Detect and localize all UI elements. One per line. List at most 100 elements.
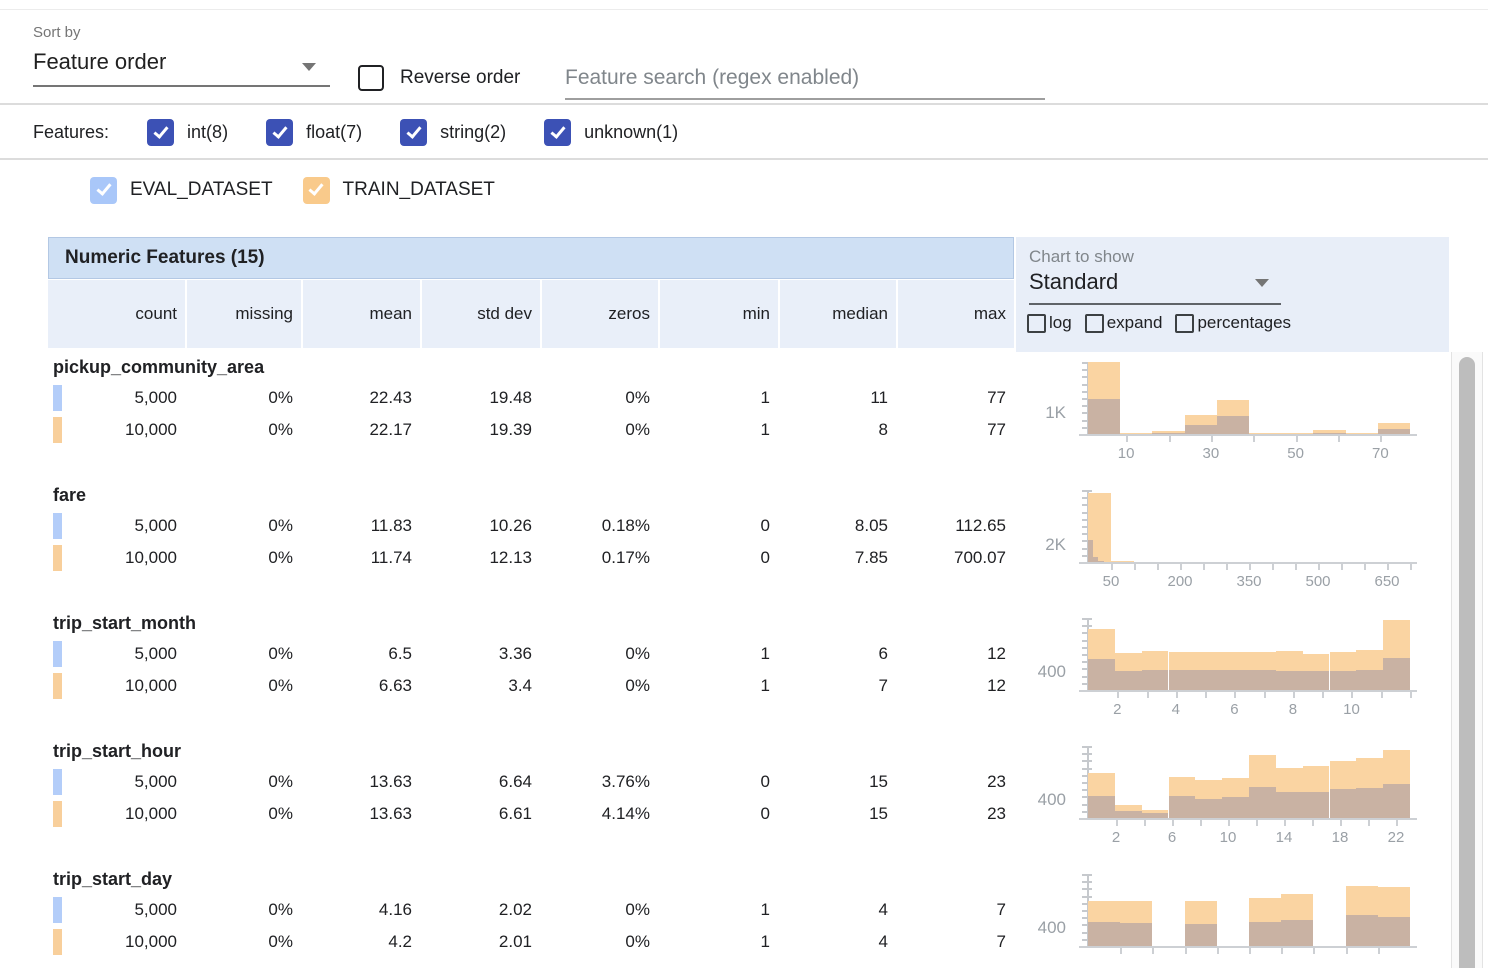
stat-value: 0% xyxy=(185,926,301,958)
reverse-order-checkbox[interactable] xyxy=(358,65,384,91)
x-axis-tick xyxy=(1117,692,1119,698)
x-axis-tick xyxy=(1120,948,1122,954)
x-axis-tick xyxy=(1205,692,1207,698)
stat-value: 12.13 xyxy=(420,542,540,574)
x-axis-tick-label: 8 xyxy=(1271,701,1315,718)
histogram-bar xyxy=(1088,922,1120,946)
filter-label: int(8) xyxy=(187,122,228,143)
chart-type-select[interactable]: Standard xyxy=(1029,269,1281,305)
check-icon xyxy=(406,123,421,139)
stat-value: 4.2 xyxy=(301,926,420,958)
histogram-bar xyxy=(1303,671,1330,690)
x-axis-tick-label: 18 xyxy=(1318,829,1362,846)
x-axis-tick xyxy=(1200,820,1202,826)
stat-value: 23 xyxy=(896,766,1014,798)
percentages-toggle[interactable]: percentages xyxy=(1175,313,1291,333)
feature-type-filter-float[interactable]: float(7) xyxy=(266,119,362,146)
dataset-legend-row: EVAL_DATASET TRAIN_DATASET xyxy=(0,162,1488,218)
x-axis-tick xyxy=(1226,564,1228,570)
sort-by-select[interactable]: Sort by Feature order xyxy=(33,24,330,87)
chevron-down-icon[interactable] xyxy=(302,63,316,71)
x-axis-tick xyxy=(1126,436,1128,442)
stat-value: 10,000 xyxy=(48,414,185,446)
dataset-label: TRAIN_DATASET xyxy=(343,179,495,201)
x-axis-tick xyxy=(1152,948,1154,954)
stat-value: 8 xyxy=(778,414,896,446)
checkbox-checked-icon xyxy=(303,177,330,204)
feature-type-filter-string[interactable]: string(2) xyxy=(400,119,506,146)
expand-toggle[interactable]: expand xyxy=(1085,313,1163,333)
chart-options: log expand percentages xyxy=(1027,313,1449,333)
x-axis-tick xyxy=(1387,564,1389,570)
check-icon xyxy=(550,123,565,139)
x-axis-tick xyxy=(1396,820,1398,826)
dataset-toggle-train[interactable]: TRAIN_DATASET xyxy=(303,177,495,204)
feature-type-filter-unknown[interactable]: unknown(1) xyxy=(544,119,678,146)
percentages-checkbox[interactable] xyxy=(1175,314,1194,333)
search-input[interactable] xyxy=(565,62,1045,100)
stat-value: 1 xyxy=(658,926,778,958)
feature-type-filter-int[interactable]: int(8) xyxy=(147,119,228,146)
log-toggle[interactable]: log xyxy=(1027,313,1072,333)
y-axis-label: 400 xyxy=(1016,791,1066,809)
stat-value: 3.4 xyxy=(420,670,540,702)
dataset-toggle-eval[interactable]: EVAL_DATASET xyxy=(90,177,273,204)
histogram-bar xyxy=(1383,784,1410,818)
histogram-bar xyxy=(1249,670,1276,690)
stat-value: 0.18% xyxy=(540,510,658,542)
stat-value: 0% xyxy=(185,798,301,830)
x-axis-tick xyxy=(1378,948,1380,954)
dataset-color-swatch xyxy=(53,897,62,923)
stat-value: 77 xyxy=(896,414,1014,446)
x-axis-tick-label: 2 xyxy=(1094,829,1138,846)
histogram-bar xyxy=(1169,670,1196,690)
x-axis-tick xyxy=(1338,436,1340,442)
histogram-bar xyxy=(1249,922,1281,946)
stat-value: 6.61 xyxy=(420,798,540,830)
column-header-mean: mean xyxy=(301,280,420,348)
stat-value: 10,000 xyxy=(48,798,185,830)
histogram-fare: 2K50200350500650 xyxy=(1016,480,1416,608)
feature-group-fare: fare5,0000%11.8310.260.18%08.05112.6510,… xyxy=(48,480,1014,608)
x-axis-tick xyxy=(1134,564,1136,570)
table-row: 5,0000%6.53.360%1612 xyxy=(48,638,1014,670)
stat-value: 0% xyxy=(185,542,301,574)
chevron-down-icon[interactable] xyxy=(1255,279,1269,287)
plot-area xyxy=(1088,362,1410,434)
x-axis-tick xyxy=(1264,692,1266,698)
scrollbar-thumb[interactable] xyxy=(1459,357,1475,968)
column-header-min: min xyxy=(658,280,778,348)
plot-area xyxy=(1088,618,1410,690)
x-axis-tick-label: 10 xyxy=(1206,829,1250,846)
x-axis-tick xyxy=(1410,564,1412,570)
reverse-order-control[interactable]: Reverse order xyxy=(358,65,520,91)
histogram-bar xyxy=(1169,796,1196,818)
feature-group-trip_start_day: trip_start_day5,0000%4.162.020%14710,000… xyxy=(48,864,1014,968)
stat-value: 1 xyxy=(658,670,778,702)
vertical-scrollbar[interactable] xyxy=(1451,352,1483,968)
stat-value: 0 xyxy=(658,510,778,542)
stat-value: 10,000 xyxy=(48,670,185,702)
histogram-bar xyxy=(1330,789,1357,818)
stat-value: 0% xyxy=(185,414,301,446)
histogram-bar xyxy=(1115,671,1142,690)
stat-value: 5,000 xyxy=(48,894,185,926)
x-axis-tick-label: 70 xyxy=(1358,445,1402,462)
stat-value: 0.17% xyxy=(540,542,658,574)
checkbox-checked-icon xyxy=(544,119,571,146)
y-axis-label: 400 xyxy=(1016,663,1066,681)
table-column-headers: count missing mean std dev zeros min med… xyxy=(48,280,1014,348)
dataset-color-swatch xyxy=(53,769,62,795)
log-checkbox[interactable] xyxy=(1027,314,1046,333)
column-header-missing: missing xyxy=(185,280,301,348)
histogram-bar xyxy=(1378,917,1410,946)
x-axis xyxy=(1079,562,1417,564)
x-axis-tick xyxy=(1185,948,1187,954)
x-axis-tick-label: 30 xyxy=(1189,445,1233,462)
expand-checkbox[interactable] xyxy=(1085,314,1104,333)
x-axis-tick-label: 22 xyxy=(1374,829,1418,846)
filter-label: string(2) xyxy=(440,122,506,143)
dataset-color-swatch xyxy=(53,929,62,955)
checkbox-checked-icon xyxy=(266,119,293,146)
x-axis-tick xyxy=(1180,564,1182,570)
